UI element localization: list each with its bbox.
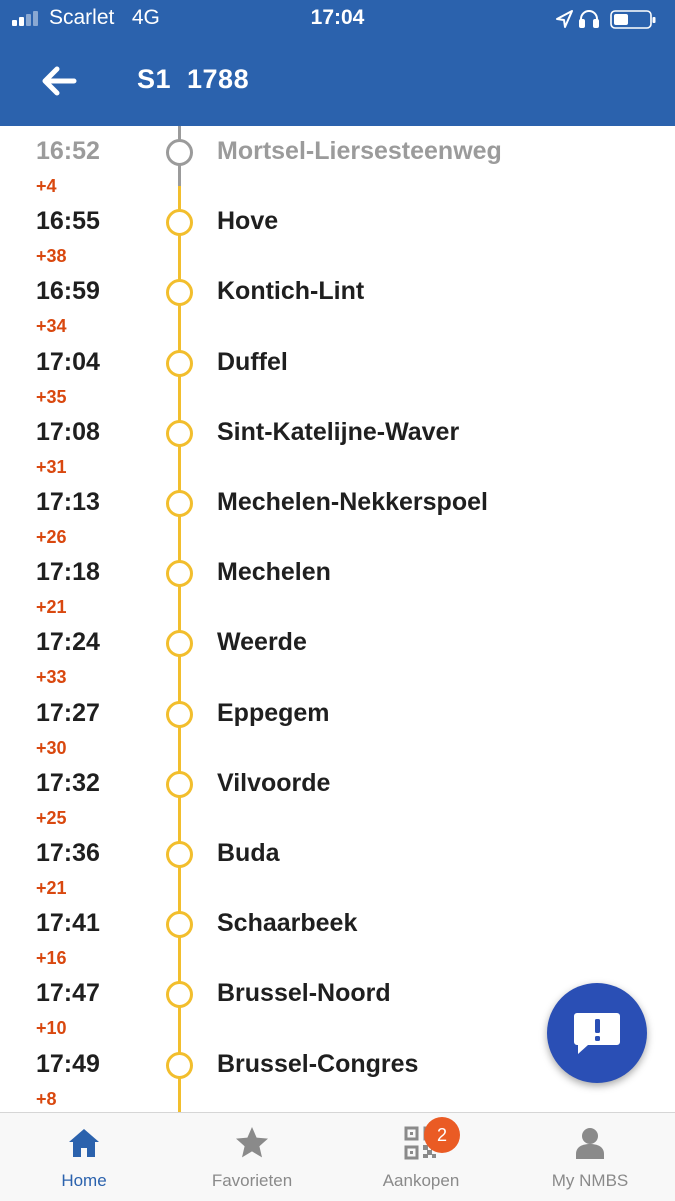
stop-node-icon — [166, 981, 193, 1009]
home-icon — [69, 1129, 99, 1157]
delay-badge: +8 — [36, 1088, 57, 1109]
stop-node-icon — [166, 349, 193, 377]
delay-badge: +30 — [36, 737, 67, 758]
stop-row[interactable]: 17:13 +26 Mechelen-Nekkerspoel — [0, 477, 675, 547]
delay-badge: +4 — [36, 176, 57, 196]
stop-time: 17:24 — [36, 628, 100, 657]
station-name: Buda — [217, 839, 280, 867]
stop-node-icon — [166, 841, 193, 868]
nav-row: S1 1788 — [0, 38, 675, 126]
stop-time: 17:41 — [36, 909, 100, 938]
delay-badge: +38 — [36, 246, 67, 267]
stop-row[interactable]: 17:18 +21 Mechelen — [0, 547, 675, 617]
stop-time: 16:59 — [36, 277, 100, 306]
delay-badge: +35 — [36, 386, 67, 407]
stop-node-icon — [166, 630, 193, 658]
back-arrow-icon[interactable] — [40, 64, 78, 98]
stop-time: 16:52 — [36, 137, 100, 165]
tab-label: Favorieten — [211, 1171, 293, 1190]
stop-node-icon — [166, 490, 193, 517]
app-header: Scarlet 4G 17:04 S1 1788 — [0, 0, 675, 126]
stop-time: 17:13 — [36, 488, 100, 516]
stop-node-icon — [166, 419, 193, 447]
station-name: Brussel-Noord — [217, 979, 391, 1008]
station-name: Hove — [217, 207, 279, 236]
station-name: Duffel — [217, 347, 288, 376]
stop-node-icon — [166, 1051, 193, 1079]
stop-node-icon — [166, 139, 193, 166]
bottom-tab-bar: Home Favorieten 2 Aankopen My NMBS — [0, 1112, 675, 1201]
delay-badge: +21 — [36, 878, 67, 898]
stop-row[interactable]: 17:36 +21 Buda — [0, 828, 675, 898]
battery-icon — [610, 10, 656, 29]
person-icon — [576, 1128, 604, 1159]
status-bar: Scarlet 4G 17:04 — [0, 0, 675, 38]
stop-node-icon — [166, 700, 193, 728]
stop-node-icon — [166, 911, 193, 939]
stop-node-icon — [166, 209, 193, 237]
stop-row[interactable]: 17:08 +31 Sint-Katelijne-Waver — [0, 407, 675, 477]
station-name: Mortsel-Liersesteenweg — [217, 137, 502, 165]
stop-time: 17:04 — [36, 347, 100, 376]
cart-count-badge: 2 — [424, 1117, 460, 1153]
location-arrow-icon — [556, 10, 573, 28]
feedback-button[interactable] — [547, 983, 647, 1083]
stop-row[interactable]: 17:41 +16 Schaarbeek — [0, 898, 675, 968]
station-name: Mechelen — [217, 558, 331, 587]
station-name: Eppegem — [217, 698, 330, 727]
tab-aankopen[interactable]: 2 Aankopen — [337, 1113, 505, 1201]
station-name: Mechelen-Nekkerspoel — [217, 488, 488, 516]
tab-label: Home — [61, 1171, 107, 1190]
stop-time: 17:47 — [36, 979, 100, 1008]
chat-alert-icon — [574, 1013, 620, 1054]
station-name: Brussel-Congres — [217, 1049, 419, 1078]
tab-home[interactable]: Home — [0, 1113, 168, 1201]
headphones-icon — [579, 10, 599, 28]
stop-time: 16:55 — [36, 207, 100, 236]
stop-row[interactable]: 16:55 +38 Hove — [0, 196, 675, 266]
stop-node-icon — [166, 560, 193, 588]
station-name: Schaarbeek — [217, 909, 358, 938]
delay-badge: +25 — [36, 807, 67, 828]
stop-node-icon — [166, 770, 193, 798]
tab-label: Aankopen — [382, 1171, 460, 1190]
delay-badge: +10 — [36, 1018, 67, 1039]
tab-label: My NMBS — [551, 1171, 629, 1190]
stop-node-icon — [166, 279, 193, 307]
stop-time: 17:27 — [36, 698, 100, 727]
delay-badge: +16 — [36, 948, 67, 969]
station-name: Vilvoorde — [217, 768, 331, 797]
station-name: Sint-Katelijne-Waver — [217, 417, 460, 446]
stop-time: 17:49 — [36, 1049, 100, 1078]
delay-badge: +21 — [36, 597, 67, 618]
stop-row[interactable]: 17:04 +35 Duffel — [0, 337, 675, 407]
delay-badge: +31 — [36, 456, 67, 477]
station-name: Kontich-Lint — [217, 277, 365, 306]
stop-row[interactable]: 17:24 +33 Weerde — [0, 617, 675, 687]
stop-time: 17:32 — [36, 768, 100, 797]
stop-time: 17:18 — [36, 558, 100, 587]
page-title: S1 1788 — [137, 64, 250, 94]
stop-row[interactable]: 17:27 +30 Eppegem — [0, 688, 675, 758]
stop-row[interactable]: 16:59 +34 Kontich-Lint — [0, 266, 675, 336]
tab-favorieten[interactable]: Favorieten — [168, 1113, 336, 1201]
stop-time: 17:36 — [36, 839, 100, 867]
star-icon — [236, 1127, 268, 1158]
delay-badge: +26 — [36, 527, 67, 547]
status-icons — [556, 10, 656, 29]
stop-row[interactable]: 16:52 +4 Mortsel-Liersesteenweg — [0, 126, 675, 196]
delay-badge: +34 — [36, 316, 67, 337]
delay-badge: +33 — [36, 667, 67, 688]
stop-time: 17:08 — [36, 417, 100, 446]
station-name: Weerde — [217, 628, 307, 657]
tab-my-nmbs[interactable]: My NMBS — [506, 1113, 674, 1201]
stop-row[interactable]: 17:32 +25 Vilvoorde — [0, 758, 675, 828]
stop-list: 16:52 +4 Mortsel-Liersesteenweg 16:55 +38 Hov… — [0, 126, 675, 1112]
